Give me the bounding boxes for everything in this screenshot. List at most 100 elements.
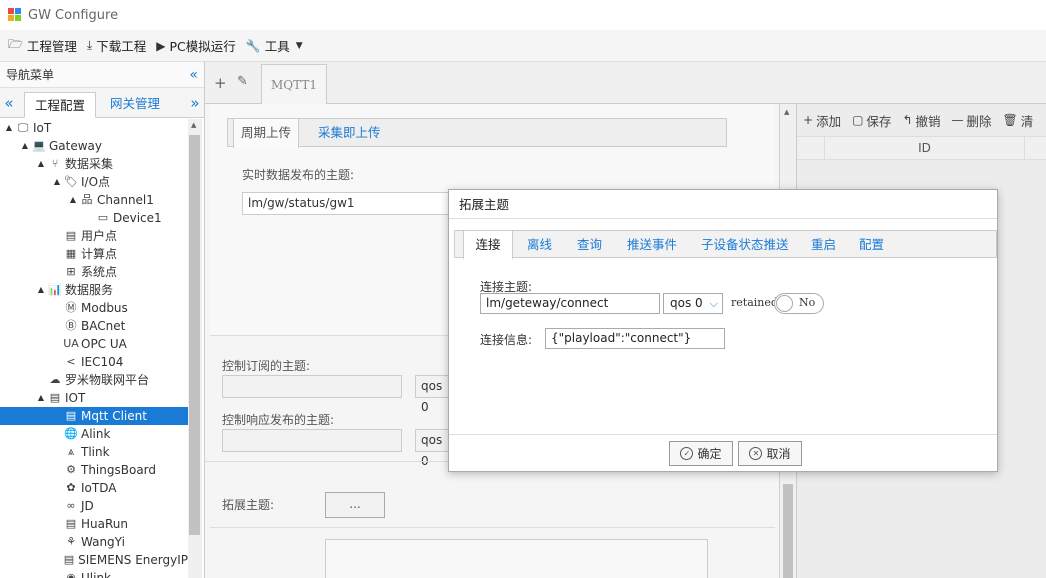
- nav-tree: ▲ 🖵 IoT ▲ 💻 Gateway ▲ ⑂ 数据采集 ▲ 🏷 I/O点 ▲ 品 Channel1 ▭ Dev…: [0, 119, 188, 578]
- scroll-left-icon[interactable]: «: [0, 94, 18, 112]
- collapse-icon[interactable]: «: [189, 67, 198, 83]
- edit-icon[interactable]: ✎: [237, 74, 248, 89]
- tree-node-label: Alink: [81, 427, 111, 441]
- menu-project[interactable]: 🗁 工程管理: [8, 35, 77, 56]
- subscribe-topic-input[interactable]: [222, 375, 402, 398]
- collapse-toggle-icon[interactable]: ▲: [52, 173, 62, 191]
- tree-node[interactable]: Ⓑ BACnet: [0, 317, 188, 335]
- tree-node[interactable]: ▲ 💻 Gateway: [0, 137, 188, 155]
- tree-node-label: I/O点: [81, 175, 111, 189]
- tree-node[interactable]: ▲ 品 Channel1: [0, 191, 188, 209]
- menu-download[interactable]: ⤓ 下载工程: [87, 36, 146, 55]
- tab-mqtt1[interactable]: MQTT1: [261, 64, 327, 105]
- undo-button[interactable]: ↰ 撤销: [902, 111, 940, 130]
- tree-node-label: OPC UA: [81, 337, 127, 351]
- publish-topic-input[interactable]: lm/gw/status/gw1: [242, 192, 457, 215]
- tree-node[interactable]: ▤ Mqtt Client: [0, 407, 188, 425]
- ok-button[interactable]: ✓ 确定: [669, 441, 733, 466]
- column-id[interactable]: ID: [825, 137, 1025, 159]
- tab-query[interactable]: 查询: [577, 231, 602, 258]
- calc-icon: ▦: [65, 247, 77, 260]
- doc-tabstrip: + ✎ MQTT1: [205, 62, 1046, 105]
- scroll-up-icon[interactable]: ▲: [191, 121, 196, 129]
- collapse-toggle-icon[interactable]: ▲: [36, 389, 46, 407]
- close-circle-icon: ✕: [749, 447, 763, 460]
- grid-header: ID: [797, 136, 1046, 160]
- ext-topic-textarea[interactable]: [325, 539, 708, 578]
- tree-node[interactable]: < IEC104: [0, 353, 188, 371]
- grid-icon: ⊞: [66, 265, 76, 278]
- connect-topic-input[interactable]: lm/geteway/connect: [480, 293, 660, 314]
- qos-select[interactable]: qos 0 ⌵: [663, 293, 723, 314]
- tree-node-label: IoTDA: [81, 481, 117, 495]
- tree-node[interactable]: UA OPC UA: [0, 335, 188, 353]
- tree-node[interactable]: ▦ 计算点: [0, 245, 188, 263]
- tree-node[interactable]: ▲ 🏷 I/O点: [0, 173, 188, 191]
- tree-node[interactable]: ▤ SIEMENS EnergyIP: [0, 551, 188, 569]
- scroll-right-icon[interactable]: »: [186, 94, 204, 112]
- check-circle-icon: ✓: [680, 447, 694, 460]
- tree-node[interactable]: ▤ HuaRun: [0, 515, 188, 533]
- sidebar-scrollbar[interactable]: ▲: [188, 119, 202, 578]
- menu-simulate[interactable]: ▶ PC模拟运行: [156, 36, 236, 55]
- tree-node-label: 用户点: [81, 229, 118, 243]
- tree-node[interactable]: ☁ 罗米物联网平台: [0, 371, 188, 389]
- table-icon: ▤: [65, 229, 77, 242]
- response-topic-input[interactable]: [222, 429, 402, 452]
- tab-offline[interactable]: 离线: [527, 231, 552, 258]
- tree-node[interactable]: Ⓜ Modbus: [0, 299, 188, 317]
- clear-button[interactable]: 🗑 清: [1003, 111, 1034, 130]
- cloud-icon: ☁: [49, 373, 61, 386]
- tree-node-label: IOT: [65, 391, 86, 405]
- tree-node-label: Channel1: [97, 193, 154, 207]
- collapse-toggle-icon[interactable]: ▲: [36, 281, 46, 299]
- download-icon: ⤓: [86, 38, 93, 52]
- add-tab-icon[interactable]: +: [214, 74, 227, 92]
- retained-toggle[interactable]: No: [774, 293, 824, 314]
- tree-node[interactable]: ◉ Ulink: [0, 569, 188, 578]
- tree-node[interactable]: ⩓ Tlink: [0, 443, 188, 461]
- globe-icon: 🌐: [64, 427, 78, 440]
- tree-node-label: ThingsBoard: [81, 463, 157, 477]
- collapse-toggle-icon[interactable]: ▲: [68, 191, 78, 209]
- tab-periodic-upload[interactable]: 周期上传: [233, 119, 299, 148]
- save-button[interactable]: ▢ 保存: [852, 111, 891, 130]
- tab-push-event[interactable]: 推送事件: [627, 231, 677, 258]
- tab-connect[interactable]: 连接: [463, 231, 513, 259]
- delete-button[interactable]: — 删除: [952, 111, 992, 130]
- tab-config[interactable]: 配置: [859, 231, 884, 258]
- scroll-up-icon[interactable]: ▲: [784, 108, 789, 116]
- tree-node[interactable]: ⚘ WangYi: [0, 533, 188, 551]
- scrollbar-thumb[interactable]: [783, 484, 793, 578]
- tree-node[interactable]: ✿ IoTDA: [0, 479, 188, 497]
- tree-node[interactable]: 🌐 Alink: [0, 425, 188, 443]
- tree-node[interactable]: ⊞ 系统点: [0, 263, 188, 281]
- iot-icon: ▤: [63, 553, 75, 566]
- add-button[interactable]: + 添加: [803, 111, 841, 130]
- tree-node[interactable]: ▲ ▤ IOT: [0, 389, 188, 407]
- cancel-button[interactable]: ✕ 取消: [738, 441, 802, 466]
- tree-node-label: BACnet: [81, 319, 126, 333]
- tree-node[interactable]: ▲ 🖵 IoT: [0, 119, 188, 137]
- tree-node[interactable]: ⚙ ThingsBoard: [0, 461, 188, 479]
- tab-project-config[interactable]: 工程配置: [24, 92, 97, 118]
- tree-node[interactable]: ▲ 📊 数据服务: [0, 281, 188, 299]
- tab-subdevice-status[interactable]: 子设备状态推送: [701, 231, 789, 258]
- scrollbar-thumb[interactable]: [189, 135, 200, 535]
- tree-node[interactable]: ▤ 用户点: [0, 227, 188, 245]
- tree-node[interactable]: ∞ JD: [0, 497, 188, 515]
- collapse-toggle-icon[interactable]: ▲: [4, 119, 14, 137]
- menu-tools[interactable]: 🔧 工具 ▼: [246, 36, 307, 55]
- undo-icon: ↰: [902, 113, 913, 127]
- tree-node-label: 罗米物联网平台: [65, 373, 150, 387]
- ua-icon: UA: [63, 337, 79, 350]
- tab-restart[interactable]: 重启: [811, 231, 836, 258]
- connect-info-input[interactable]: {"playload":"connect"}: [545, 328, 725, 349]
- collapse-toggle-icon[interactable]: ▲: [20, 137, 30, 155]
- ext-topic-button[interactable]: ...: [325, 492, 385, 518]
- collapse-toggle-icon[interactable]: ▲: [36, 155, 46, 173]
- tree-node[interactable]: ▭ Device1: [0, 209, 188, 227]
- tab-gateway-manage[interactable]: 网关管理: [100, 91, 170, 117]
- tab-immediate-upload[interactable]: 采集即上传: [318, 119, 381, 147]
- tree-node[interactable]: ▲ ⑂ 数据采集: [0, 155, 188, 173]
